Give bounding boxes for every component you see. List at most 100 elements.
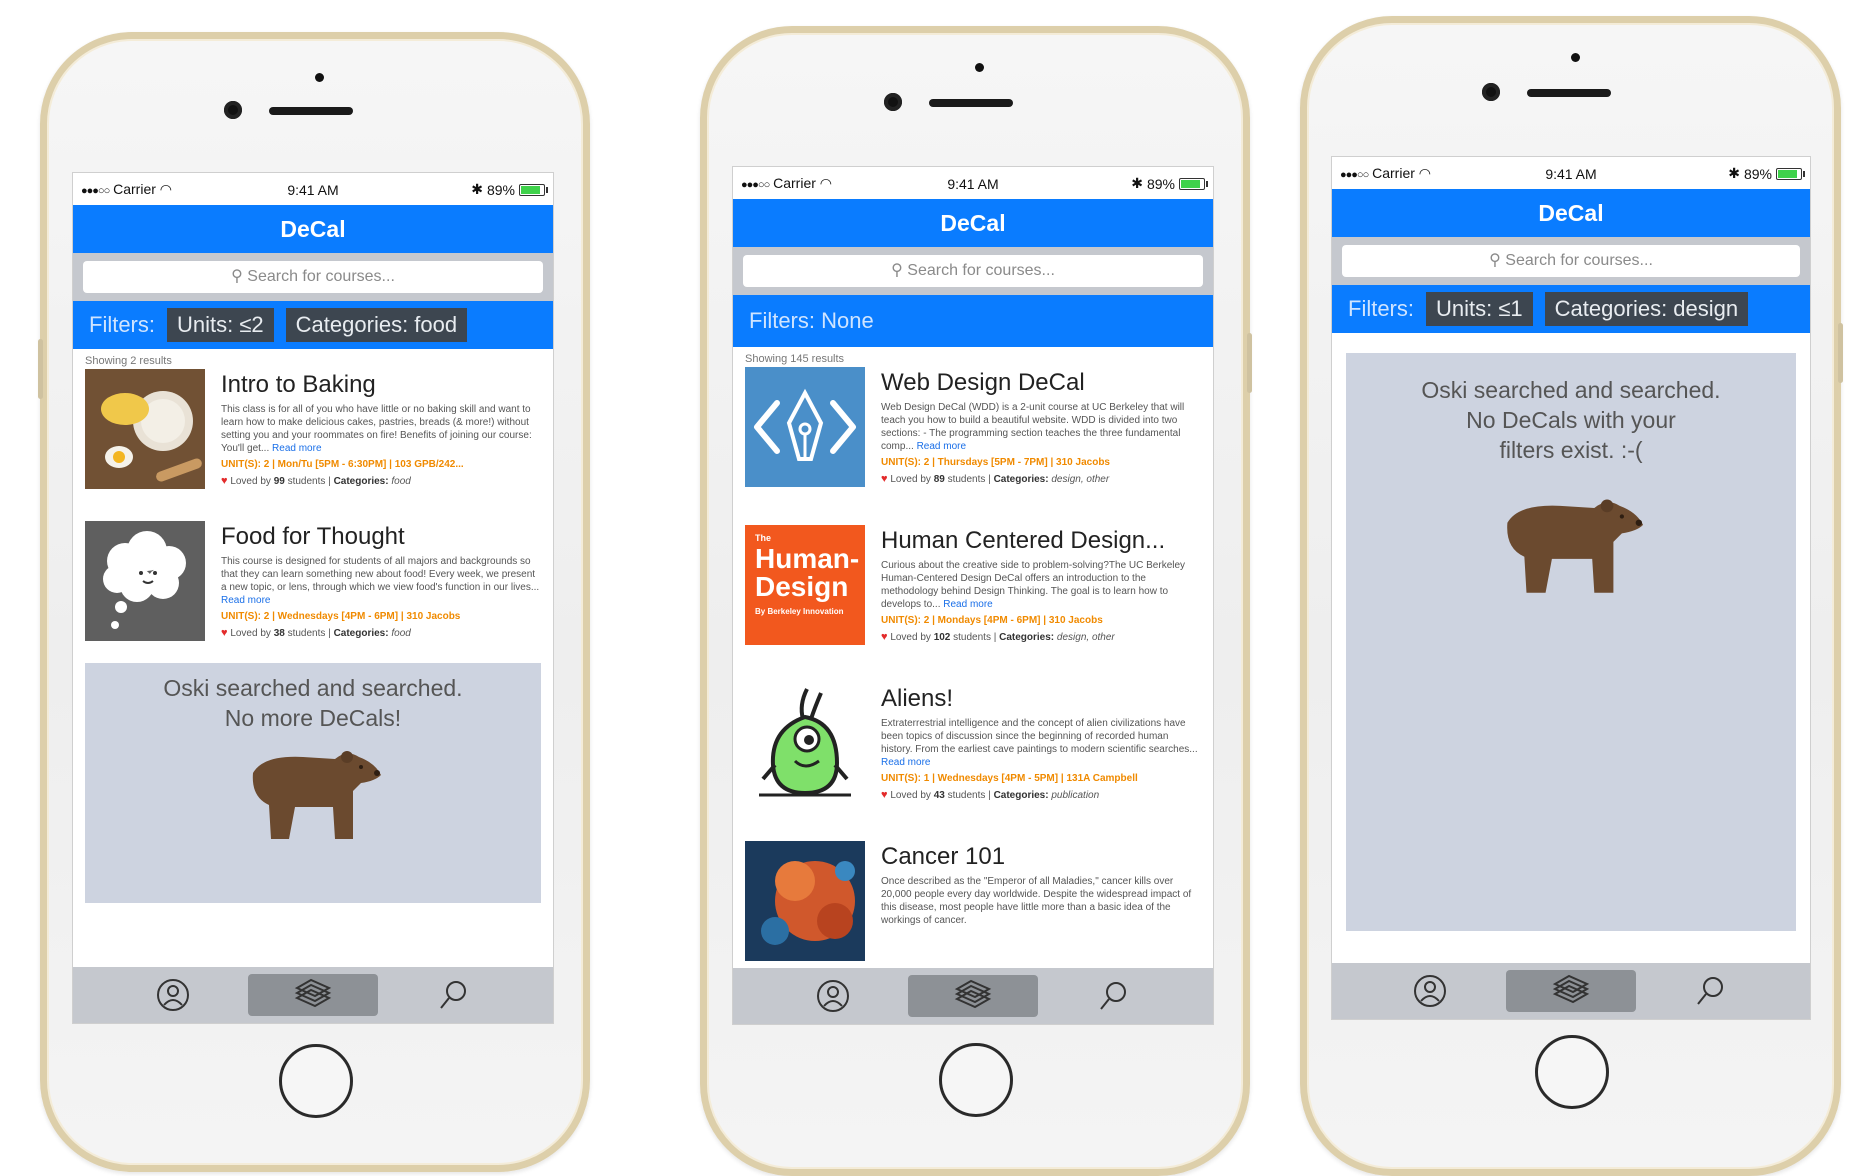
course-title[interactable]: Human Centered Design... [881, 527, 1201, 555]
tab-profile[interactable] [1400, 970, 1460, 1012]
bluetooth-icon: ✱ [1131, 175, 1143, 191]
search-input[interactable]: ⚲ Search for courses... [83, 261, 543, 293]
phone-frame-3: ●●●○○ Carrier ◠ 9:41 AM ✱ 89% DeCal ⚲ Sea… [1300, 16, 1843, 1176]
course-description: Once described as the "Emperor of all Ma… [881, 876, 1192, 926]
earpiece-speaker [1527, 89, 1611, 97]
course-card[interactable]: Food for Thought This course is designed… [73, 521, 553, 673]
empty-message-line1: Oski searched and searched. [1421, 377, 1721, 403]
tab-bar [733, 968, 1213, 1024]
course-description: This class is for all of you who have li… [221, 404, 532, 454]
results-count: Showing 145 results [745, 353, 845, 365]
filters-bar[interactable]: Filters: None [733, 295, 1213, 347]
course-description: This course is designed for students of … [221, 556, 540, 606]
course-title[interactable]: Intro to Baking [221, 371, 541, 399]
results-list: Showing 145 results Web Design DeCal Web… [733, 347, 1213, 968]
results-list: Showing 2 results Intro to Baking This c… [73, 349, 553, 967]
course-loved: ♥ Loved by 102 students | Categories: de… [881, 631, 1115, 643]
heart-icon: ♥ [881, 473, 888, 485]
heart-icon: ♥ [881, 631, 888, 643]
phone-frame-2: ●●●○○ Carrier ◠ 9:41 AM ✱ 89% DeCal ⚲ Sea… [700, 26, 1252, 1176]
tab-profile[interactable] [143, 974, 203, 1016]
filter-chip-categories[interactable]: Categories: food [285, 308, 468, 342]
screen-2: ●●●○○ Carrier ◠ 9:41 AM ✱ 89% DeCal ⚲ Sea… [732, 166, 1214, 1025]
course-title[interactable]: Web Design DeCal [881, 369, 1201, 397]
profile-icon [817, 980, 849, 1012]
front-camera [224, 101, 242, 119]
tab-bar [1332, 963, 1810, 1019]
search-bar: ⚲ Search for courses... [733, 247, 1213, 295]
results-count: Showing 2 results [85, 355, 172, 367]
search-icon: ⚲ [1489, 252, 1501, 269]
screen-1: ●●●○○ Carrier ◠ 9:41 AM ✱ 89% DeCal ⚲ Sea… [72, 172, 554, 1024]
course-card[interactable]: Web Design DeCal Web Design DeCal (WDD) … [733, 367, 1213, 525]
course-card[interactable]: Intro to Baking This class is for all of… [73, 369, 553, 521]
empty-message-line2: No more DeCals! [224, 705, 402, 731]
front-camera [1482, 83, 1500, 101]
course-schedule: UNIT(S): 2 | Mondays [4PM - 6PM] | 310 J… [881, 615, 1103, 626]
front-sensor [1571, 53, 1580, 62]
tab-search[interactable] [1083, 975, 1143, 1017]
search-placeholder: Search for courses... [1505, 252, 1653, 269]
read-more-link[interactable]: Read more [917, 441, 966, 452]
search-icon: ⚲ [231, 268, 243, 285]
read-more-link[interactable]: Read more [221, 595, 270, 606]
bear-icon [252, 751, 381, 839]
earpiece-speaker [929, 99, 1013, 107]
battery-percent: 89% [486, 181, 515, 198]
course-loved: ♥ Loved by 43 students | Categories: pub… [881, 789, 1100, 801]
read-more-link[interactable]: Read more [881, 757, 930, 768]
empty-state-panel: Oski searched and searched. No more DeCa… [85, 663, 541, 903]
filters-label: Filters: [89, 312, 155, 337]
filter-chip-categories[interactable]: Categories: design [1544, 292, 1749, 326]
home-button[interactable] [279, 1044, 353, 1118]
tab-profile[interactable] [803, 975, 863, 1017]
heart-icon: ♥ [221, 475, 228, 487]
search-icon [1697, 977, 1723, 1005]
thought-cloud-icon [85, 521, 205, 641]
course-schedule: UNIT(S): 2 | Wednesdays [4PM - 6PM] | 31… [221, 611, 461, 622]
profile-icon [1414, 975, 1446, 1007]
tab-courses[interactable] [908, 975, 1038, 1017]
course-card[interactable]: Aliens! Extraterrestrial intelligence an… [733, 683, 1213, 841]
course-card[interactable]: The Human- Design By Berkeley Innovation… [733, 525, 1213, 683]
course-description: Extraterrestrial intelligence and the co… [881, 718, 1198, 768]
read-more-link[interactable]: Read more [272, 443, 321, 454]
course-description: Curious about the creative side to probl… [881, 560, 1186, 610]
bluetooth-icon: ✱ [471, 181, 483, 197]
power-button [1247, 333, 1252, 393]
search-icon [440, 981, 466, 1009]
course-title[interactable]: Aliens! [881, 685, 1201, 713]
empty-message-line1: Oski searched and searched. [163, 675, 463, 701]
course-schedule: UNIT(S): 2 | Thursdays [5PM - 7PM] | 310… [881, 457, 1110, 468]
battery-icon [519, 183, 548, 196]
courses-stack-icon [1552, 974, 1590, 1004]
search-input[interactable]: ⚲ Search for courses... [1342, 245, 1800, 277]
home-button[interactable] [1535, 1035, 1609, 1109]
filters-label: Filters: None [749, 308, 874, 333]
course-loved: ♥ Loved by 38 students | Categories: foo… [221, 627, 411, 639]
tab-search[interactable] [1680, 970, 1740, 1012]
heart-icon: ♥ [221, 627, 228, 639]
tab-courses[interactable] [248, 974, 378, 1016]
search-input[interactable]: ⚲ Search for courses... [743, 255, 1203, 287]
heart-icon: ♥ [881, 789, 888, 801]
filters-bar: Filters: Units: ≤2 Categories: food [73, 301, 553, 349]
course-title[interactable]: Food for Thought [221, 523, 541, 551]
status-bar: ●●●○○ Carrier ◠ 9:41 AM ✱ 89% [733, 167, 1213, 199]
tab-search[interactable] [423, 974, 483, 1016]
filter-chip-units[interactable]: Units: ≤1 [1426, 292, 1533, 326]
course-schedule: UNIT(S): 1 | Wednesdays [4PM - 5PM] | 13… [881, 773, 1138, 784]
baking-photo [85, 369, 205, 489]
battery-percent: 89% [1743, 165, 1772, 182]
empty-message-line3: filters exist. :-( [1499, 437, 1643, 463]
results-list: Oski searched and searched. No DeCals wi… [1332, 333, 1810, 963]
read-more-link[interactable]: Read more [943, 599, 992, 610]
battery-percent: 89% [1146, 175, 1175, 192]
screen-3: ●●●○○ Carrier ◠ 9:41 AM ✱ 89% DeCal ⚲ Sea… [1331, 156, 1811, 1020]
home-button[interactable] [939, 1043, 1013, 1117]
course-title[interactable]: Cancer 101 [881, 843, 1201, 871]
course-card[interactable]: Cancer 101 Once described as the "Empero… [733, 841, 1213, 968]
filter-chip-units[interactable]: Units: ≤2 [167, 308, 274, 342]
tab-courses[interactable] [1506, 970, 1636, 1012]
courses-stack-icon [294, 978, 332, 1008]
